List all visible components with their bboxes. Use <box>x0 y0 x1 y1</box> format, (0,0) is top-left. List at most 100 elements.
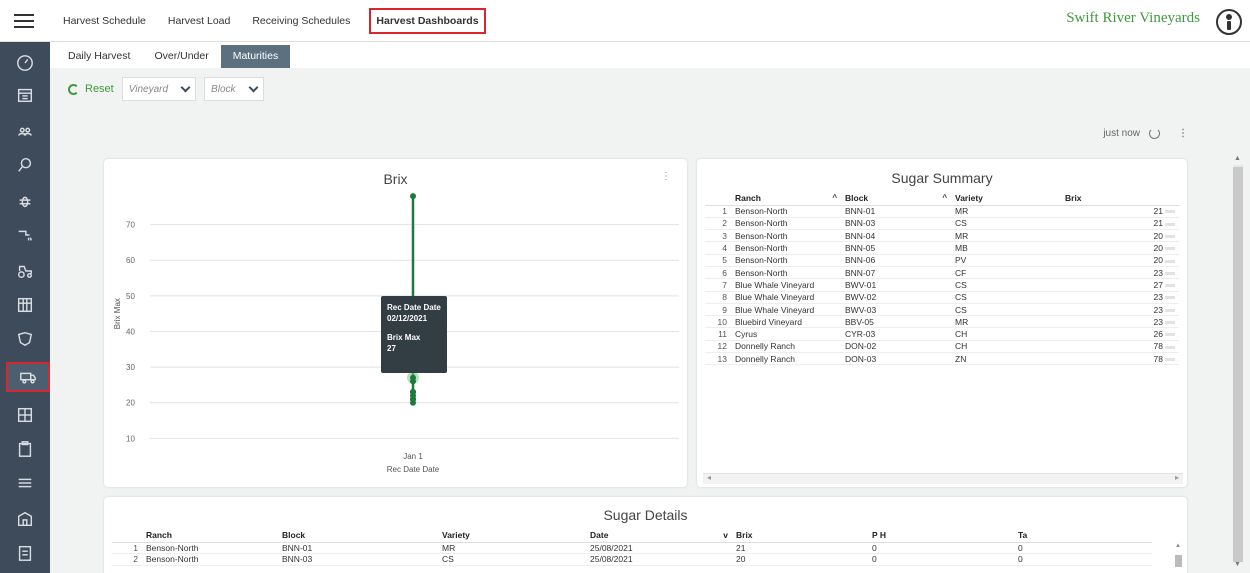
details-scrollbar[interactable]: ▲ <box>1175 543 1183 573</box>
table-row[interactable]: 10 Bluebird Vineyard BBV-05 MR 23 <box>705 315 1179 329</box>
cell-brix: 23 <box>1061 291 1179 304</box>
table-row[interactable]: 4 Benson-North BNN-05 MB 20 <box>705 241 1179 255</box>
sort-asc-icon[interactable]: ^ <box>942 193 947 202</box>
table-row[interactable]: 9 Blue Whale Vineyard BWV-03 CS 23 <box>705 303 1179 317</box>
more-options-icon[interactable]: ⋮ <box>1178 128 1188 139</box>
data-bar <box>1165 247 1175 251</box>
col-ranch[interactable]: Ranch <box>142 528 278 543</box>
table-row[interactable]: 1 Benson-North BNN-01 MR 21 <box>705 205 1179 218</box>
row-index: 2 <box>112 553 142 566</box>
bug-icon[interactable] <box>8 186 41 216</box>
table-row[interactable]: 6 Benson-North BNN-07 CF 23 <box>705 266 1179 280</box>
barn-icon[interactable] <box>8 504 41 534</box>
table-row[interactable]: 11 Cyrus CYR-03 CH 26 <box>705 327 1179 341</box>
y-axis-label: Brix Max <box>113 298 122 329</box>
nav-harvest-load[interactable]: Harvest Load <box>165 9 233 33</box>
sort-asc-icon[interactable]: ^ <box>832 193 837 202</box>
col-ranch[interactable]: Ranch ^ <box>731 191 841 206</box>
cell-block: DON-03 <box>841 352 951 366</box>
search-location-icon[interactable] <box>8 150 41 180</box>
cell-variety: MR <box>951 229 1061 243</box>
sort-desc-icon[interactable]: v <box>723 530 728 540</box>
scroll-right-icon[interactable]: ▸ <box>1175 473 1179 482</box>
dashboard-gauge-icon[interactable] <box>8 48 41 78</box>
col-brix[interactable]: Brix <box>732 528 868 543</box>
document-icon[interactable] <box>8 538 41 568</box>
user-avatar-icon[interactable] <box>1216 9 1242 35</box>
row-index: 5 <box>705 254 731 267</box>
clipboard-icon[interactable] <box>8 434 41 464</box>
cell-block: BNN-04 <box>841 229 951 243</box>
table-grid-icon[interactable] <box>8 400 41 430</box>
cell-variety: CF <box>951 266 1061 280</box>
row-index: 13 <box>705 352 731 366</box>
filter-bar: Reset Vineyard Block <box>50 68 1250 110</box>
tab-maturities[interactable]: Maturities <box>220 45 291 68</box>
table-row[interactable]: 1 Benson-North BNN-01 MR 25/08/2021 21 0 0 <box>112 542 1152 554</box>
y-tick-label: 50 <box>126 292 135 301</box>
data-bar <box>1165 234 1175 238</box>
data-bar <box>1165 284 1175 288</box>
cell-brix: 26 <box>1061 327 1179 341</box>
cell-brix: 21 <box>732 542 868 554</box>
y-tick-label: 20 <box>126 399 135 408</box>
table-row[interactable]: 7 Blue Whale Vineyard BWV-01 CS 27 <box>705 278 1179 292</box>
reset-button[interactable]: Reset <box>68 83 114 95</box>
table-row[interactable]: 13 Donnelly Ranch DON-03 ZN 78 <box>705 352 1179 366</box>
nav-harvest-dashboards[interactable]: Harvest Dashboards <box>369 8 486 34</box>
nav-harvest-schedule[interactable]: Harvest Schedule <box>60 9 149 33</box>
table-row[interactable]: 2 Benson-North BNN-03 CS 25/08/2021 20 0 0 <box>112 553 1152 566</box>
scroll-up-icon[interactable]: ▲ <box>1175 543 1181 549</box>
cell-ta: 0 <box>1014 542 1152 554</box>
sugar-summary-card: Sugar Summary Ranch ^ Block ^ Variety Brix… <box>697 159 1187 487</box>
table-row[interactable]: 5 Benson-North BNN-06 PV 20 <box>705 254 1179 267</box>
col-ph[interactable]: P H <box>868 528 1014 543</box>
calendar-icon[interactable] <box>8 80 41 110</box>
table-row[interactable]: 8 Blue Whale Vineyard BWV-02 CS 23 <box>705 291 1179 304</box>
col-block[interactable]: Block <box>278 528 438 543</box>
row-index: 11 <box>705 327 731 341</box>
truck-icon[interactable] <box>6 362 50 392</box>
vineyard-select[interactable]: Vineyard <box>121 77 197 101</box>
irrigation-icon[interactable] <box>8 220 41 250</box>
scroll-left-icon[interactable]: ◂ <box>707 473 711 482</box>
col-brix[interactable]: Brix <box>1061 191 1179 206</box>
refresh-row: just now ⋮ <box>1103 128 1188 139</box>
row-index: 6 <box>705 266 731 280</box>
tractor-icon[interactable] <box>8 256 41 286</box>
table-row[interactable]: 3 Benson-North BNN-04 MR 20 <box>705 229 1179 243</box>
warehouse-icon[interactable] <box>8 468 41 498</box>
nav-receiving-schedules[interactable]: Receiving Schedules <box>249 9 353 33</box>
summary-title: Sugar Summary <box>891 170 993 186</box>
col-block[interactable]: Block ^ <box>841 191 951 206</box>
block-select[interactable]: Block <box>204 77 264 101</box>
last-updated-text: just now <box>1103 128 1140 139</box>
data-point <box>410 389 416 396</box>
refresh-icon[interactable] <box>1149 128 1160 139</box>
cell-ranch: Benson-North <box>142 553 278 566</box>
hamburger-menu-icon[interactable] <box>14 14 34 28</box>
cell-ranch: Donnelly Ranch <box>731 340 841 354</box>
cell-ranch: Benson-North <box>731 241 841 255</box>
cell-block: DON-02 <box>841 340 951 354</box>
scroll-up-icon[interactable]: ▲ <box>1234 155 1241 162</box>
tab-over-under[interactable]: Over/Under <box>142 45 220 68</box>
horizontal-scrollbar[interactable]: ◂ ▸ <box>703 473 1183 484</box>
reset-icon <box>68 83 79 95</box>
shield-icon[interactable] <box>8 324 41 354</box>
grid-calendar-icon[interactable] <box>8 290 41 320</box>
col-ta[interactable]: Ta <box>1014 528 1152 543</box>
page-scrollbar[interactable]: ▲ ▼ <box>1232 155 1244 573</box>
cell-variety: MR <box>438 542 586 554</box>
col-date[interactable]: Date v <box>586 528 732 543</box>
scrollbar-thumb[interactable] <box>1175 555 1182 567</box>
scroll-down-icon[interactable]: ▼ <box>1234 561 1241 568</box>
data-bar <box>1165 271 1175 275</box>
users-icon[interactable] <box>8 116 41 146</box>
table-row[interactable]: 12 Donnelly Ranch DON-02 CH 78 <box>705 340 1179 354</box>
table-row[interactable]: 2 Benson-North BNN-03 CS 21 <box>705 217 1179 231</box>
col-variety[interactable]: Variety <box>951 191 1061 206</box>
col-variety[interactable]: Variety <box>438 528 586 543</box>
tab-daily-harvest[interactable]: Daily Harvest <box>56 45 142 68</box>
scrollbar-thumb[interactable] <box>1233 167 1243 562</box>
